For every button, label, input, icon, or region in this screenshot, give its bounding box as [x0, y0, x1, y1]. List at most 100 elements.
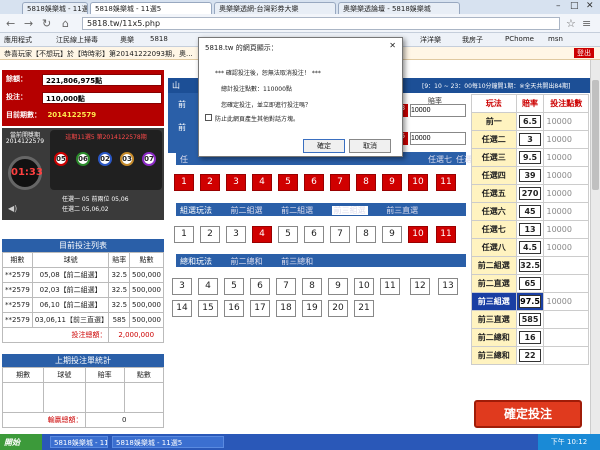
bet-amount[interactable]: 10000 [543, 130, 589, 149]
number-button[interactable]: 10 [408, 174, 428, 191]
bookmark-house[interactable]: 我房子 [462, 35, 483, 45]
bookmark-scan[interactable]: 江民線上掃毒 [56, 35, 98, 45]
sum-button[interactable]: 3 [172, 278, 192, 295]
sum-button[interactable]: 7 [276, 278, 296, 295]
forward-icon[interactable]: → [24, 17, 33, 30]
sum-button[interactable]: 21 [354, 300, 374, 317]
number-button[interactable]: 9 [382, 226, 402, 243]
bookmark-yangyang[interactable]: 洋洋樂 [420, 35, 441, 45]
number-button[interactable]: 6 [304, 174, 324, 191]
sum-button[interactable]: 6 [250, 278, 270, 295]
taskbar-item[interactable]: 5818娛樂城 - 11選5 [112, 436, 224, 448]
play-tab[interactable]: 前 [168, 93, 198, 116]
back-icon[interactable]: ← [6, 17, 15, 30]
sum-button[interactable]: 5 [224, 278, 244, 295]
menu-icon[interactable]: ≡ [582, 17, 591, 30]
sum-tab[interactable]: 前二總和 [231, 257, 263, 266]
dialog-cancel-button[interactable]: 取消 [349, 139, 391, 153]
submit-bet-button[interactable]: 確定投注 [474, 400, 582, 428]
number-button[interactable]: 7 [330, 226, 350, 243]
bet-amount[interactable]: 10000 [543, 292, 589, 311]
browser-tab-3[interactable]: 奧樂樂透網-台灣彩券大樂 [214, 2, 336, 14]
number-button[interactable]: 9 [382, 174, 402, 191]
start-button[interactable]: 開始 [0, 434, 42, 450]
sum-tab[interactable]: 前三總和 [281, 257, 313, 266]
bookmark-apps[interactable]: 應用程式 [4, 35, 32, 45]
group-tab-selected[interactable]: 前三組選 [331, 206, 368, 215]
number-button[interactable]: 5 [278, 174, 298, 191]
sum-button[interactable]: 10 [354, 278, 374, 295]
number-button[interactable]: 1 [174, 226, 194, 243]
bookmark-aole[interactable]: 奧樂 [120, 35, 134, 45]
browser-tab-2[interactable]: 5818娛樂城 - 11選5 [90, 2, 212, 14]
minimize-icon[interactable]: – [556, 1, 561, 11]
bet-amount[interactable] [543, 346, 589, 365]
number-button[interactable]: 8 [356, 174, 376, 191]
number-button[interactable]: 4 [252, 174, 272, 191]
bookmark-pchome[interactable]: PChome [505, 35, 534, 43]
bet-amount[interactable] [543, 328, 589, 347]
bookmark-msn[interactable]: msn [548, 35, 563, 43]
number-button[interactable]: 6 [304, 226, 324, 243]
sum-button[interactable]: 11 [380, 278, 400, 295]
bet-amount[interactable]: 10000 [543, 220, 589, 239]
sum-button[interactable]: 15 [198, 300, 218, 317]
dialog-ok-button[interactable]: 確定 [303, 139, 345, 153]
close-icon[interactable]: ✕ [586, 1, 594, 11]
number-button[interactable]: 8 [356, 226, 376, 243]
bet-amount[interactable]: 10000 [543, 166, 589, 185]
odds-input[interactable] [410, 132, 466, 145]
scrollbar-thumb[interactable] [592, 80, 599, 190]
sum-button[interactable]: 12 [410, 278, 430, 295]
browser-tab-1[interactable]: 5818娛樂城 - 11選5 [22, 2, 88, 14]
sum-button[interactable]: 8 [302, 278, 322, 295]
number-button[interactable]: 10 [408, 226, 428, 243]
maximize-icon[interactable]: □ [570, 1, 579, 11]
ren-tab[interactable]: 任選七 [428, 154, 452, 165]
group-tab[interactable]: 前二組選 [281, 206, 313, 215]
game-tab[interactable]: 山 [172, 80, 180, 91]
number-button[interactable]: 3 [226, 174, 246, 191]
sum-button[interactable]: 18 [276, 300, 296, 317]
sum-button[interactable]: 13 [438, 278, 458, 295]
ren-tab[interactable]: 任 [180, 155, 188, 164]
star-icon[interactable]: ☆ [566, 17, 576, 30]
bookmark-5818[interactable]: 5818 [150, 35, 168, 43]
sum-button[interactable]: 17 [250, 300, 270, 317]
bet-amount[interactable]: 10000 [543, 184, 589, 203]
sound-icon[interactable]: ◀) [8, 204, 17, 213]
group-tab[interactable]: 前三直選 [386, 206, 418, 215]
sum-button[interactable]: 4 [198, 278, 218, 295]
sum-button[interactable]: 14 [172, 300, 192, 317]
logout-button[interactable]: 登出 [574, 48, 594, 58]
number-button[interactable]: 5 [278, 226, 298, 243]
number-button[interactable]: 3 [226, 226, 246, 243]
taskbar-item[interactable]: 5818娛樂城 - 11選5 [50, 436, 108, 448]
bet-amount[interactable] [543, 274, 589, 293]
bet-amount[interactable]: 10000 [543, 148, 589, 167]
bet-amount[interactable]: 10000 [543, 202, 589, 221]
sum-button[interactable]: 9 [328, 278, 348, 295]
number-button[interactable]: 11 [436, 226, 456, 243]
number-button[interactable]: 1 [174, 174, 194, 191]
suppress-checkbox[interactable] [205, 114, 212, 121]
odds-input[interactable] [410, 104, 466, 117]
bet-amount[interactable] [543, 256, 589, 275]
number-button[interactable]: 2 [200, 174, 220, 191]
number-button[interactable]: 4 [252, 226, 272, 243]
play-tab[interactable]: 前 [168, 116, 198, 139]
home-icon[interactable]: ⌂ [62, 17, 69, 30]
sum-button[interactable]: 20 [328, 300, 348, 317]
browser-tab-4[interactable]: 奧樂樂透論壇 - 5818娛樂城 [338, 2, 460, 14]
address-bar[interactable]: 5818.tw/11x5.php [82, 17, 560, 30]
number-button[interactable]: 7 [330, 174, 350, 191]
bet-amount[interactable]: 10000 [543, 238, 589, 257]
sum-button[interactable]: 16 [224, 300, 244, 317]
dialog-close-icon[interactable]: ✕ [389, 41, 396, 50]
number-button[interactable]: 11 [436, 174, 456, 191]
bet-amount[interactable]: 10000 [543, 112, 589, 131]
page-scrollbar[interactable] [590, 60, 600, 434]
sum-button[interactable]: 19 [302, 300, 322, 317]
bet-amount[interactable] [543, 310, 589, 329]
group-tab[interactable]: 前二組選 [231, 206, 263, 215]
